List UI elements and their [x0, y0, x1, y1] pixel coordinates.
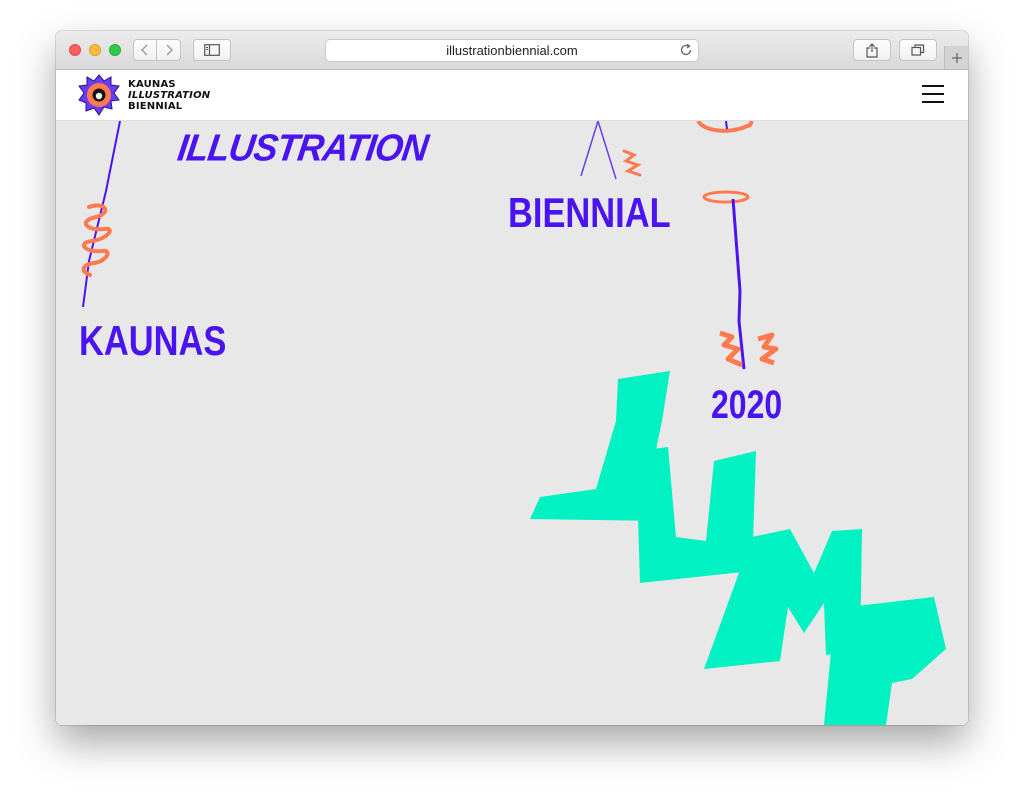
reload-icon[interactable] [679, 43, 693, 57]
logo-line-illustration: ILLUSTRATION [128, 90, 211, 101]
share-icon [866, 42, 878, 58]
hero-year: 2020 [711, 383, 783, 427]
squiggle-left [81, 203, 112, 277]
flame-right [757, 332, 779, 366]
hero-word-kaunas: KAUNAS [79, 317, 227, 364]
url-text: illustrationbiennial.com [446, 43, 578, 58]
hero-word-biennial: BIENNIAL [508, 189, 671, 236]
close-window-button[interactable] [69, 44, 81, 56]
thread-to-year [731, 198, 746, 370]
menu-button[interactable] [922, 85, 944, 103]
hero-section: ILLUSTRATION BIENNIAL KAUNAS 2020 [56, 121, 968, 725]
thread-biennial-b [597, 121, 617, 180]
hamburger-icon-bar [922, 85, 944, 87]
browser-toolbar: illustrationbiennial.com [56, 31, 968, 70]
hamburger-icon-bar [922, 101, 944, 103]
hamburger-icon-bar [922, 93, 944, 95]
flame-left [719, 330, 743, 368]
browser-window: illustrationbiennial.com KAUNAS ILLUSTRA… [56, 31, 968, 725]
minimize-window-button[interactable] [89, 44, 101, 56]
site-header: KAUNAS ILLUSTRATION BIENNIAL [56, 70, 968, 121]
tabs-icon [911, 44, 925, 56]
chevron-left-icon [141, 44, 148, 56]
plus-icon [951, 52, 962, 63]
chevron-right-icon [166, 44, 173, 56]
new-tab-button[interactable] [944, 46, 968, 69]
jump-letter-u [636, 447, 756, 583]
biennial-logo-icon [78, 74, 120, 116]
maximize-window-button[interactable] [109, 44, 121, 56]
orange-blob-top [696, 121, 754, 133]
logo-line-kaunas: KAUNAS [128, 79, 176, 90]
forward-button[interactable] [157, 39, 181, 61]
sidebar-button[interactable] [193, 39, 231, 61]
thread-top [725, 121, 728, 130]
thread-biennial-a [580, 121, 599, 177]
sidebar-icon [204, 44, 220, 56]
share-button[interactable] [853, 39, 891, 61]
zigzag-small [622, 149, 642, 177]
halo-ring [702, 190, 750, 204]
logo-line-biennial: BIENNIAL [128, 101, 183, 112]
address-bar[interactable]: illustrationbiennial.com [325, 39, 699, 62]
hero-word-illustration: ILLUSTRATION [175, 125, 431, 169]
back-button[interactable] [133, 39, 157, 61]
logo-wordmark: KAUNAS ILLUSTRATION BIENNIAL [128, 79, 210, 112]
tab-overview-button[interactable] [899, 39, 937, 61]
